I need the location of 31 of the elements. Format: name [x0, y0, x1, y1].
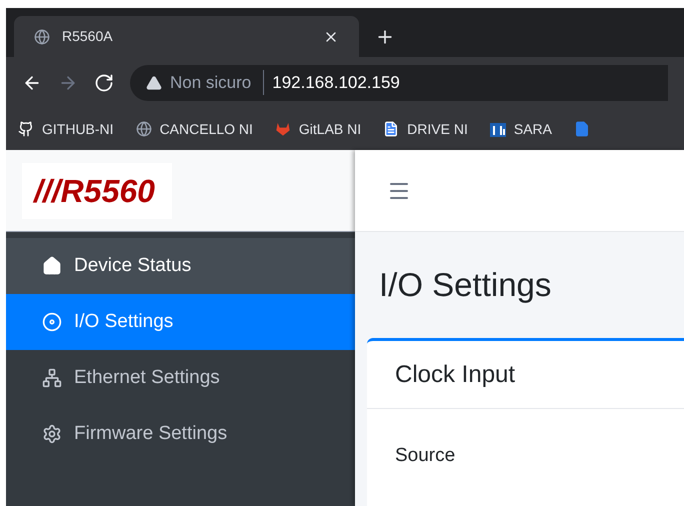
- document-icon: [383, 121, 400, 137]
- bookmark[interactable]: GITHUB-NI: [18, 118, 114, 140]
- address-bar[interactable]: Non sicuro 192.168.102.159: [130, 64, 668, 100]
- logo-icon: [490, 121, 506, 137]
- home-icon: [42, 256, 62, 276]
- sidebar-item[interactable]: Ethernet Settings: [6, 350, 355, 406]
- disc-icon: [42, 312, 62, 332]
- bookmark[interactable]: GitLAB NI: [274, 118, 362, 140]
- card-title: Clock Input: [395, 360, 516, 390]
- github-icon: [18, 121, 34, 137]
- sidebar-item[interactable]: I/O Settings: [6, 294, 355, 350]
- page-title: I/O Settings: [379, 265, 552, 306]
- warning-icon: [146, 74, 162, 90]
- reload-icon[interactable]: [94, 72, 114, 92]
- bookmark[interactable]: CANCELLO NI: [136, 118, 253, 140]
- url-text: 192.168.102.159: [272, 72, 400, 94]
- globe-icon: [34, 28, 50, 44]
- bookmark[interactable]: SARA: [490, 118, 552, 140]
- gear-icon: [42, 424, 62, 444]
- globe-icon: [136, 121, 152, 137]
- sidebar-item[interactable]: Firmware Settings: [6, 406, 355, 462]
- security-label: Non sicuro: [170, 70, 264, 96]
- tab-title: R5560A: [62, 27, 114, 46]
- fox-icon: [274, 121, 291, 137]
- logo: ///R5560: [22, 162, 172, 218]
- bookmark[interactable]: DRIVE NI: [383, 118, 468, 140]
- network-icon: [42, 368, 62, 388]
- document-icon[interactable]: [574, 121, 590, 137]
- field-label: Source: [395, 444, 456, 468]
- sidebar-item[interactable]: Device Status: [6, 238, 355, 294]
- browser-tab[interactable]: R5560A: [14, 16, 359, 57]
